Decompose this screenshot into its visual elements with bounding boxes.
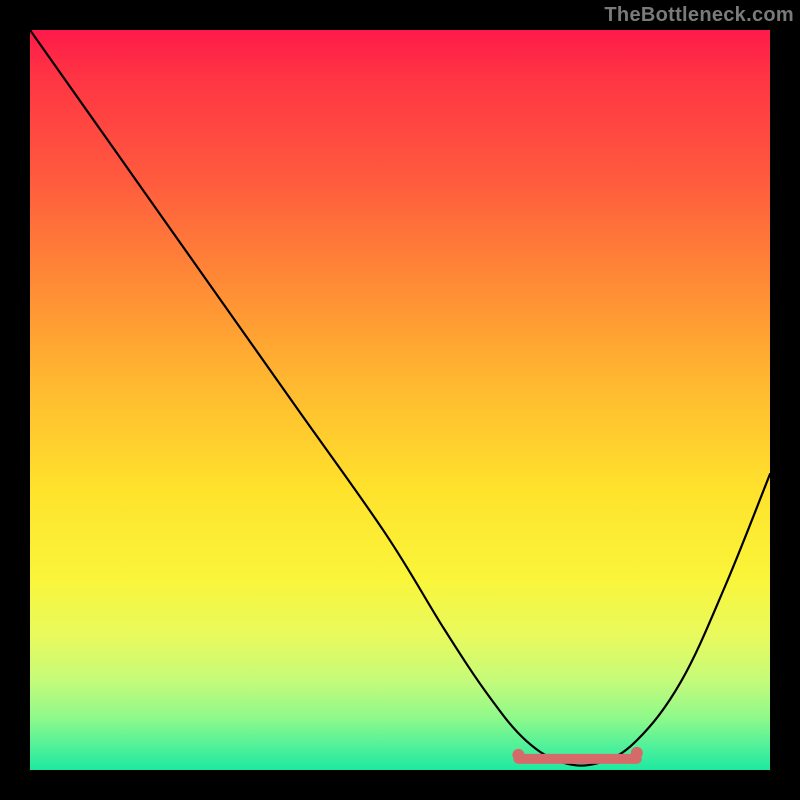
plot-area <box>30 30 770 770</box>
chart-frame: TheBottleneck.com <box>0 0 800 800</box>
bottleneck-curve <box>30 30 770 766</box>
optimal-start-dot <box>512 749 524 761</box>
curve-svg <box>30 30 770 770</box>
watermark-text: TheBottleneck.com <box>604 4 794 27</box>
optimal-end-dot <box>631 747 643 759</box>
